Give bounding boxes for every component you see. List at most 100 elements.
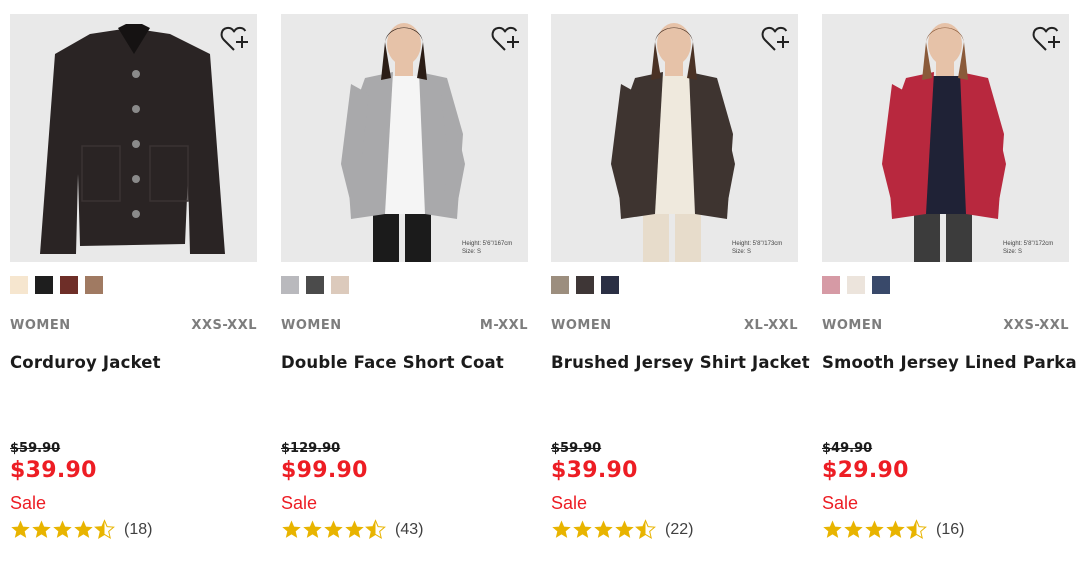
model-height: Height: 5'6"/167cm [462, 241, 513, 247]
product-card[interactable]: Height: 5'8"/172cm Size: S WOMEN XXS-XXL… [822, 14, 1077, 554]
star-full-icon [303, 520, 322, 538]
star-half-icon [94, 519, 115, 539]
color-swatch[interactable] [35, 276, 53, 294]
product-card[interactable]: WOMEN XXS-XXL Corduroy Jacket $59.90 $39… [10, 14, 257, 554]
color-swatch[interactable] [281, 276, 299, 294]
original-price: $129.90 [281, 441, 341, 456]
product-card[interactable]: Height: 5'6"/167cm Size: S WOMEN M-XXL D… [281, 14, 528, 554]
review-count: (18) [124, 520, 153, 538]
product-name[interactable]: Double Face Short Coat [281, 353, 528, 372]
model-height: Height: 5'8"/172cm [1003, 241, 1054, 247]
product-card[interactable]: Height: 5'8"/173cm Size: S WOMEN XL-XXL … [551, 14, 810, 554]
product-name[interactable]: Corduroy Jacket [10, 353, 257, 372]
add-to-favorites-button[interactable] [219, 24, 249, 54]
sale-price: $39.90 [10, 458, 97, 483]
color-swatch[interactable] [551, 276, 569, 294]
color-swatch[interactable] [10, 276, 28, 294]
rating-stars [281, 519, 386, 540]
product-name[interactable]: Smooth Jersey Lined Parka [822, 353, 1077, 372]
review-count: (16) [936, 520, 965, 538]
sale-price: $29.90 [822, 458, 909, 483]
add-to-favorites-button[interactable] [1031, 24, 1061, 54]
sale-price: $39.90 [551, 458, 638, 483]
product-sizes: XXS-XXL [1003, 318, 1069, 333]
model-size: Size: S [732, 249, 752, 255]
star-full-icon [886, 520, 905, 538]
color-swatch[interactable] [306, 276, 324, 294]
sale-flag: Sale [822, 493, 859, 513]
star-full-icon [324, 520, 343, 538]
rating-stars [822, 519, 927, 540]
model-size: Size: S [462, 249, 482, 255]
product-meta: WOMEN M-XXL [281, 318, 528, 333]
add-to-favorites-button[interactable] [490, 24, 520, 54]
product-image[interactable] [10, 14, 257, 262]
product-sizes: M-XXL [479, 318, 528, 333]
star-half-icon [635, 519, 656, 539]
color-swatch[interactable] [872, 276, 890, 294]
color-swatch[interactable] [331, 276, 349, 294]
model-info: Height: 5'6"/167cm Size: S [462, 240, 518, 256]
sale-flag: Sale [10, 493, 47, 513]
color-swatches [281, 276, 349, 294]
heart-plus-icon [1032, 26, 1060, 51]
star-half-icon [906, 519, 927, 539]
star-full-icon [345, 520, 364, 538]
rating-stars [10, 519, 115, 540]
color-swatch[interactable] [60, 276, 78, 294]
model-size: Size: S [1003, 249, 1023, 255]
star-half-icon [365, 519, 386, 539]
heart-plus-icon [491, 26, 519, 51]
color-swatches [10, 276, 103, 294]
star-full-icon [74, 520, 93, 538]
review-count: (22) [665, 520, 694, 538]
product-meta: WOMEN XL-XXL [551, 318, 798, 333]
product-name[interactable]: Brushed Jersey Shirt Jacket [551, 353, 810, 372]
model-height: Height: 5'8"/173cm [732, 241, 783, 247]
star-full-icon [11, 520, 30, 538]
product-category: WOMEN [551, 318, 612, 333]
star-full-icon [32, 520, 51, 538]
color-swatch[interactable] [847, 276, 865, 294]
heart-plus-icon [761, 26, 789, 51]
review-count: (43) [395, 520, 424, 538]
color-swatch[interactable] [822, 276, 840, 294]
star-full-icon [53, 520, 72, 538]
star-full-icon [865, 520, 884, 538]
color-swatch[interactable] [85, 276, 103, 294]
model-info: Height: 5'8"/173cm Size: S [732, 240, 788, 256]
product-rating[interactable]: (16) [822, 519, 964, 540]
rating-stars [551, 519, 656, 540]
model-info: Height: 5'8"/172cm Size: S [1003, 240, 1059, 256]
product-image[interactable]: Height: 5'8"/172cm Size: S [822, 14, 1069, 262]
original-price: $59.90 [551, 441, 602, 456]
product-image[interactable]: Height: 5'8"/173cm Size: S [551, 14, 798, 262]
original-price: $59.90 [10, 441, 61, 456]
sale-flag: Sale [551, 493, 588, 513]
sale-flag: Sale [281, 493, 318, 513]
product-grid: WOMEN XXS-XXL Corduroy Jacket $59.90 $39… [0, 0, 1080, 563]
color-swatches [551, 276, 619, 294]
product-image[interactable]: Height: 5'6"/167cm Size: S [281, 14, 528, 262]
product-category: WOMEN [281, 318, 342, 333]
product-rating[interactable]: (18) [10, 519, 152, 540]
color-swatch[interactable] [576, 276, 594, 294]
product-rating[interactable]: (22) [551, 519, 693, 540]
add-to-favorites-button[interactable] [760, 24, 790, 54]
product-sizes: XXS-XXL [191, 318, 257, 333]
star-full-icon [615, 520, 634, 538]
star-full-icon [573, 520, 592, 538]
star-full-icon [844, 520, 863, 538]
sale-price: $99.90 [281, 458, 368, 483]
product-sizes: XL-XXL [744, 318, 798, 333]
star-full-icon [594, 520, 613, 538]
color-swatch[interactable] [601, 276, 619, 294]
product-meta: WOMEN XXS-XXL [10, 318, 257, 333]
original-price: $49.90 [822, 441, 873, 456]
heart-plus-icon [220, 26, 248, 51]
star-full-icon [552, 520, 571, 538]
product-category: WOMEN [822, 318, 883, 333]
product-category: WOMEN [10, 318, 71, 333]
star-full-icon [823, 520, 842, 538]
product-rating[interactable]: (43) [281, 519, 423, 540]
